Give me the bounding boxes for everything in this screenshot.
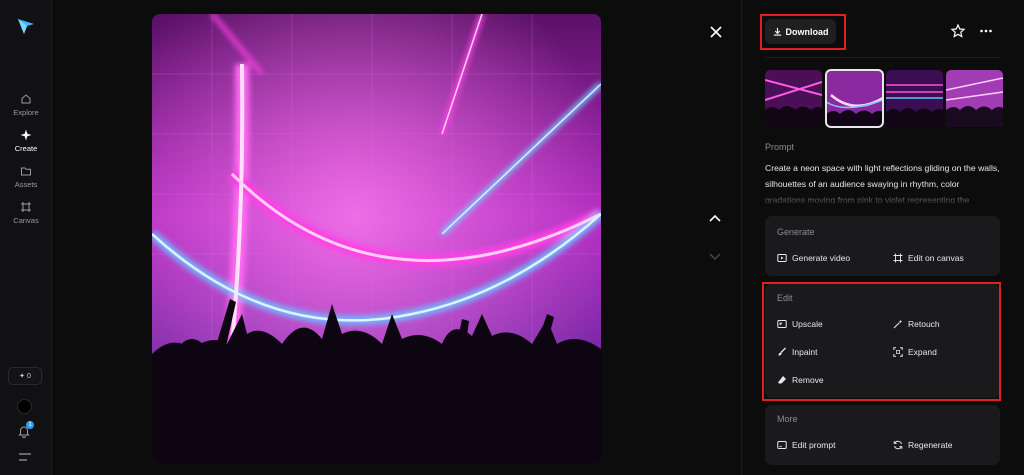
highlight-box-edit [762, 282, 1001, 401]
sidebar-item-explore[interactable]: Explore [0, 93, 52, 117]
generate-section: Generate Generate video Edit on canvas [765, 216, 1000, 276]
edit-on-canvas-button[interactable]: Edit on canvas [893, 253, 964, 263]
sparkle-icon [20, 129, 32, 141]
sidebar-item-assets[interactable]: Assets [0, 165, 52, 189]
sidebar-item-create[interactable]: Create [0, 129, 52, 153]
notifications-button[interactable]: 1 [17, 421, 34, 440]
edit-prompt-icon [777, 441, 787, 449]
section-title: More [777, 414, 798, 424]
avatar[interactable] [17, 399, 32, 414]
logo-icon[interactable] [16, 16, 36, 36]
highlight-box-download [760, 14, 846, 50]
canvas-icon [21, 202, 31, 212]
chevron-down-icon[interactable] [707, 248, 723, 264]
close-icon[interactable] [707, 23, 725, 41]
sidebar-item-label: Create [14, 144, 38, 153]
video-icon [777, 254, 787, 262]
prompt-fade [765, 188, 1000, 206]
generate-video-button[interactable]: Generate video [777, 253, 850, 263]
left-sidebar: Explore Create Assets Canvas ✦ 0 1 [0, 0, 52, 475]
canvas-icon [893, 253, 903, 263]
more-section: More Edit prompt Regenerate [765, 405, 1000, 465]
home-icon [21, 94, 31, 104]
sparkle-icon: ✦ [19, 373, 25, 380]
sidebar-item-label: Canvas [13, 216, 39, 225]
sidebar-item-label: Explore [13, 108, 39, 117]
variation-thumbnail[interactable] [946, 70, 1003, 127]
variation-thumbnail[interactable] [765, 70, 822, 127]
more-icon[interactable] [978, 23, 994, 39]
star-icon[interactable] [950, 23, 966, 39]
sidebar-item-label: Assets [14, 180, 38, 189]
menu-icon[interactable] [18, 452, 32, 462]
neon-concert-image [152, 14, 601, 463]
credits-value: 0 [26, 372, 31, 380]
credits-counter[interactable]: ✦ 0 [8, 367, 42, 385]
divider [765, 57, 1001, 58]
app-root: Explore Create Assets Canvas ✦ 0 1 Downl… [0, 0, 1024, 475]
generated-image[interactable] [152, 14, 601, 463]
folder-icon [21, 167, 31, 176]
refresh-icon [893, 440, 903, 450]
regenerate-button[interactable]: Regenerate [893, 440, 952, 450]
edit-prompt-button[interactable]: Edit prompt [777, 440, 835, 450]
variation-thumbnail-selected[interactable] [825, 69, 884, 128]
chevron-up-icon[interactable] [707, 211, 723, 227]
sidebar-item-canvas[interactable]: Canvas [0, 201, 52, 225]
variation-thumbnail[interactable] [886, 70, 943, 127]
notification-badge: 1 [26, 421, 34, 429]
prompt-label: Prompt [765, 142, 795, 152]
section-title: Generate [777, 227, 815, 237]
